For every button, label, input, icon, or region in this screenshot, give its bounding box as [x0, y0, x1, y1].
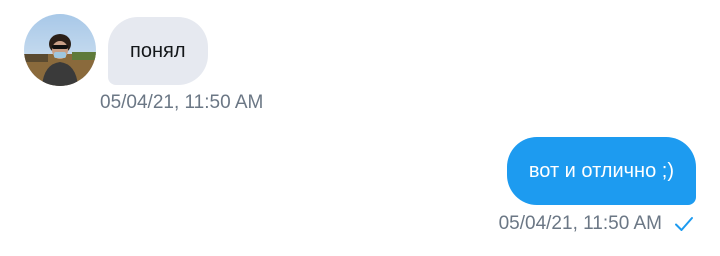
outgoing-message-timestamp: 05/04/21, 11:50 AM [498, 213, 662, 234]
incoming-message-text: понял [130, 40, 186, 62]
incoming-message-bubble[interactable]: понял [108, 17, 208, 85]
dm-conversation: понял 05/04/21, 11:50 AM вот и отлично ;… [0, 0, 720, 256]
read-check-icon [674, 216, 694, 232]
outgoing-message-bubble[interactable]: вот и отлично ;) [506, 137, 696, 205]
sender-avatar[interactable] [24, 14, 96, 86]
user-avatar-photo [24, 14, 96, 86]
outgoing-message-text: вот и отлично ;) [528, 160, 674, 182]
incoming-message-timestamp: 05/04/21, 11:50 AM [100, 92, 264, 113]
outgoing-message-meta: 05/04/21, 11:50 AM [499, 213, 694, 235]
